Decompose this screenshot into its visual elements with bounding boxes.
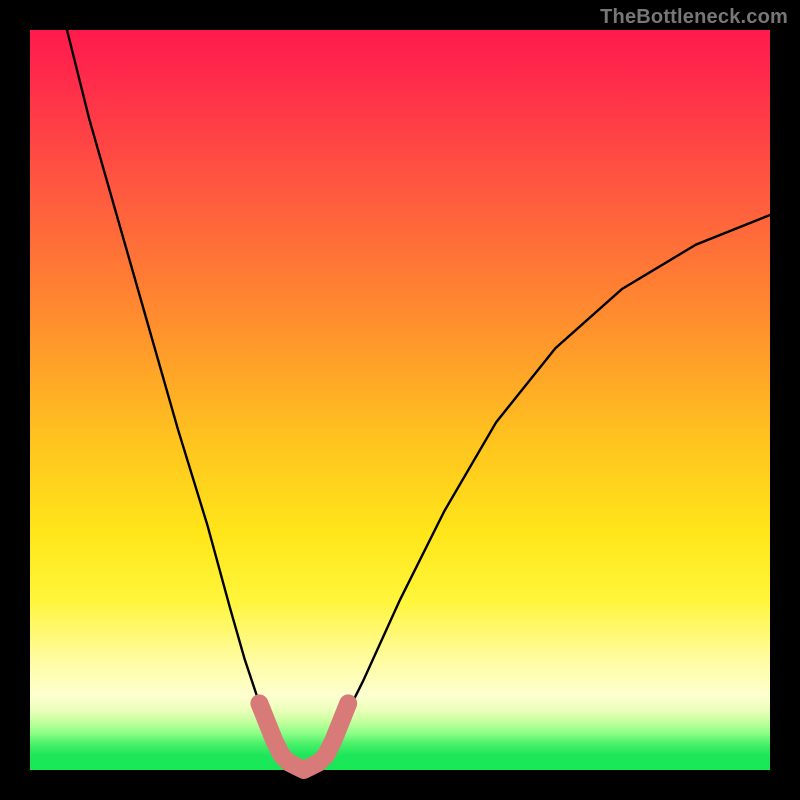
curve-layer <box>30 30 770 770</box>
watermark-text: TheBottleneck.com <box>600 6 788 29</box>
chart-frame: TheBottleneck.com <box>0 0 800 800</box>
plot-area <box>30 30 770 770</box>
highlight-band <box>251 695 356 770</box>
bottleneck-curve <box>67 30 770 770</box>
